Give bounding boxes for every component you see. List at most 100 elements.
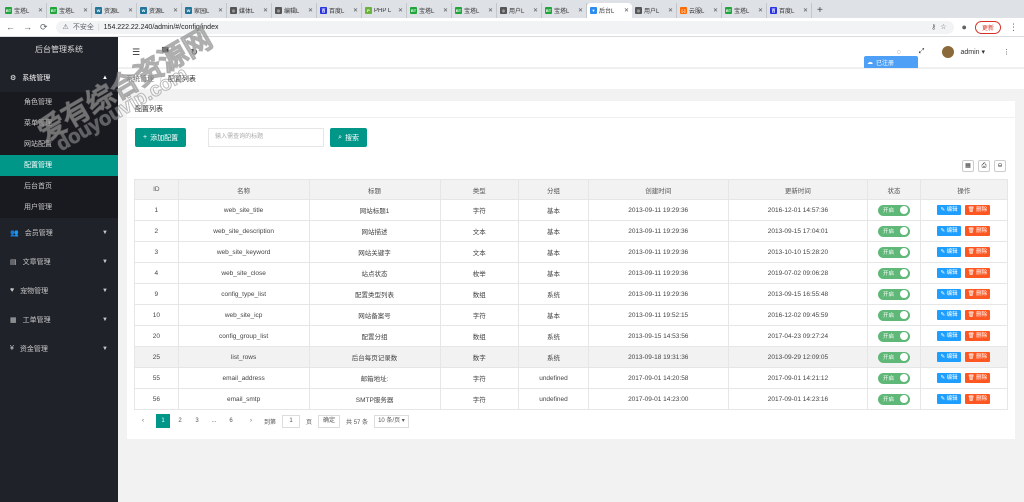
- submenu-item[interactable]: 菜单管理: [0, 113, 118, 134]
- status-toggle[interactable]: 开启: [877, 372, 910, 384]
- sidebar-menu-4[interactable]: ▦ 工单管理 ▼: [0, 305, 118, 334]
- tab-close-icon[interactable]: ✕: [624, 7, 629, 14]
- new-tab-icon[interactable]: +: [812, 3, 828, 18]
- tab-close-icon[interactable]: ✕: [443, 7, 448, 14]
- update-button[interactable]: 更新: [974, 20, 1001, 34]
- delete-button[interactable]: 🗑 删除: [964, 394, 991, 404]
- tab-close-icon[interactable]: ✕: [668, 7, 673, 14]
- delete-button[interactable]: 🗑 删除: [964, 289, 991, 299]
- column-header[interactable]: 标题: [308, 179, 441, 200]
- edit-button[interactable]: ✎ 编辑: [937, 331, 961, 341]
- tab-close-icon[interactable]: ✕: [38, 7, 43, 14]
- column-header[interactable]: 名称: [177, 179, 310, 200]
- delete-button[interactable]: 🗑 删除: [964, 352, 991, 362]
- fullscreen-icon[interactable]: ⤢: [919, 48, 925, 56]
- per-page-select[interactable]: 10 条/页 ▾: [374, 414, 409, 428]
- print-icon[interactable]: ⎙: [978, 160, 990, 172]
- table-row[interactable]: 3 web_site_keyword 网站关键字 文本 基本 2013-09-11 19:…: [134, 241, 1009, 263]
- browser-tab[interactable]: ◎ 媒体L ✕: [227, 3, 272, 18]
- profile-icon[interactable]: ●: [962, 22, 967, 32]
- column-header[interactable]: 更新时间: [727, 179, 869, 200]
- table-row[interactable]: 56 email_smtp SMTP服务器 字符 undefined 2017-09-01…: [134, 388, 1009, 410]
- submenu-item[interactable]: 配置管理: [0, 155, 118, 176]
- edit-button[interactable]: ✎ 编辑: [937, 352, 961, 362]
- browser-tab[interactable]: [-] 云服L ✕: [677, 3, 722, 18]
- tab-close-icon[interactable]: ✕: [488, 7, 493, 14]
- more-icon[interactable]: ⋮: [1003, 48, 1010, 56]
- page-number[interactable]: 2: [173, 414, 187, 428]
- status-toggle[interactable]: 开启: [877, 393, 910, 405]
- browser-tab[interactable]: BT 宝塔L ✕: [47, 3, 92, 18]
- browser-tab[interactable]: BT 宝塔L ✕: [542, 3, 587, 18]
- browser-tab[interactable]: BT 宝塔L ✕: [452, 3, 497, 18]
- user-menu[interactable]: admin ▾: [942, 46, 985, 58]
- tab-close-icon[interactable]: ✕: [218, 7, 223, 14]
- sidebar-menu-3[interactable]: ♥ 宠物管理 ▼: [0, 276, 118, 305]
- breadcrumb-parent[interactable]: 系统管理: [126, 76, 154, 83]
- sidebar-menu-2[interactable]: ▤ 文章管理 ▼: [0, 247, 118, 276]
- edit-button[interactable]: ✎ 编辑: [937, 226, 961, 236]
- browser-tab[interactable]: W 家园L ✕: [182, 3, 227, 18]
- edit-button[interactable]: ✎ 编辑: [937, 289, 961, 299]
- tab-close-icon[interactable]: ✕: [173, 7, 178, 14]
- page-number[interactable]: 6: [224, 414, 238, 428]
- columns-filter-icon[interactable]: ▦: [962, 160, 974, 172]
- browser-tab[interactable]: 百百度L ✕: [317, 3, 362, 18]
- table-row[interactable]: 4 web_site_close 站点状态 枚举 基本 2013-09-11 19:29:…: [134, 262, 1009, 284]
- forward-icon[interactable]: →: [23, 22, 32, 32]
- browser-tab[interactable]: ◎ 用户L ✕: [497, 3, 542, 18]
- status-toggle[interactable]: 开启: [877, 351, 910, 363]
- tab-close-icon[interactable]: ✕: [803, 7, 808, 14]
- message-icon[interactable]: ▀: [162, 47, 168, 57]
- tab-close-icon[interactable]: ✕: [758, 7, 763, 14]
- column-header[interactable]: 创建时间: [587, 179, 729, 200]
- edit-button[interactable]: ✎ 编辑: [937, 268, 961, 278]
- browser-tab[interactable]: ◎ 编辑L ✕: [272, 3, 317, 18]
- page-number[interactable]: ...: [207, 414, 221, 428]
- table-row[interactable]: 55 email_address 邮箱地址: 字符 undefined 2017-09-0…: [134, 367, 1009, 389]
- browser-tab[interactable]: BT 宝塔L ✕: [2, 3, 47, 18]
- edit-button[interactable]: ✎ 编辑: [937, 205, 961, 215]
- theme-icon[interactable]: ◌: [897, 49, 901, 56]
- column-header[interactable]: 操作: [919, 179, 1009, 200]
- edit-button[interactable]: ✎ 编辑: [937, 310, 961, 320]
- tab-close-icon[interactable]: ✕: [263, 7, 268, 14]
- browser-tab[interactable]: BT 宝塔L ✕: [407, 3, 452, 18]
- table-row[interactable]: 10 web_site_icp 网站备案号 字符 基本 2013-09-11 19:52:…: [134, 304, 1009, 326]
- column-header[interactable]: 分组: [518, 179, 589, 200]
- menu-toggle-icon[interactable]: ☰: [132, 47, 140, 58]
- tab-close-icon[interactable]: ✕: [713, 7, 718, 14]
- add-config-button[interactable]: + 添加配置: [135, 128, 187, 147]
- tab-close-icon[interactable]: ✕: [128, 7, 133, 14]
- browser-tab[interactable]: ◎ 用户L ✕: [632, 3, 677, 18]
- status-toggle[interactable]: 开启: [877, 267, 910, 279]
- table-row[interactable]: 1 web_site_title 网站标题1 字符 基本 2013-09-11 19:29…: [134, 199, 1009, 221]
- table-row[interactable]: 9 config_type_list 配置类型列表 数组 系统 2013-09-11 19…: [134, 283, 1009, 305]
- sidebar-menu-1[interactable]: 👥 会员管理 ▼: [0, 218, 118, 247]
- page-number[interactable]: 3: [190, 414, 204, 428]
- browser-tab[interactable]: BT 宝塔L ✕: [722, 3, 767, 18]
- submenu-item[interactable]: 用户管理: [0, 197, 118, 218]
- column-header[interactable]: 状态: [867, 179, 921, 200]
- sidebar-menu-0[interactable]: ⚙ 系统管理 ▲: [0, 63, 118, 92]
- back-icon[interactable]: ←: [6, 22, 15, 32]
- reload-icon[interactable]: ⟳: [40, 22, 48, 33]
- tab-close-icon[interactable]: ✕: [533, 7, 538, 14]
- submenu-item[interactable]: 角色管理: [0, 92, 118, 113]
- status-toggle[interactable]: 开启: [877, 225, 910, 237]
- goto-page-input[interactable]: 1: [282, 414, 301, 428]
- submenu-item[interactable]: 后台首页: [0, 176, 118, 197]
- tab-close-icon[interactable]: ✕: [398, 7, 403, 14]
- address-bar[interactable]: ⚠ 不安全 | 154.222.22.240/admin/#/config/in…: [55, 20, 954, 34]
- key-icon[interactable]: ⚷: [931, 23, 936, 31]
- browser-tab[interactable]: ▼ 后台L ✕: [587, 3, 632, 18]
- table-row[interactable]: 2 web_site_description 网站描述 文本 基本 2013-09-11 …: [134, 220, 1009, 242]
- tab-close-icon[interactable]: ✕: [353, 7, 358, 14]
- delete-button[interactable]: 🗑 删除: [964, 310, 991, 320]
- bookmark-star-icon[interactable]: ☆: [940, 23, 946, 31]
- sidebar-menu-5[interactable]: ¥ 资金管理 ▼: [0, 334, 118, 363]
- delete-button[interactable]: 🗑 删除: [964, 373, 991, 383]
- table-row[interactable]: 20 config_group_list 配置分组 数组 系统 2013-09-15 14…: [134, 325, 1009, 347]
- prev-page-icon[interactable]: ‹: [136, 414, 150, 428]
- edit-button[interactable]: ✎ 编辑: [937, 373, 961, 383]
